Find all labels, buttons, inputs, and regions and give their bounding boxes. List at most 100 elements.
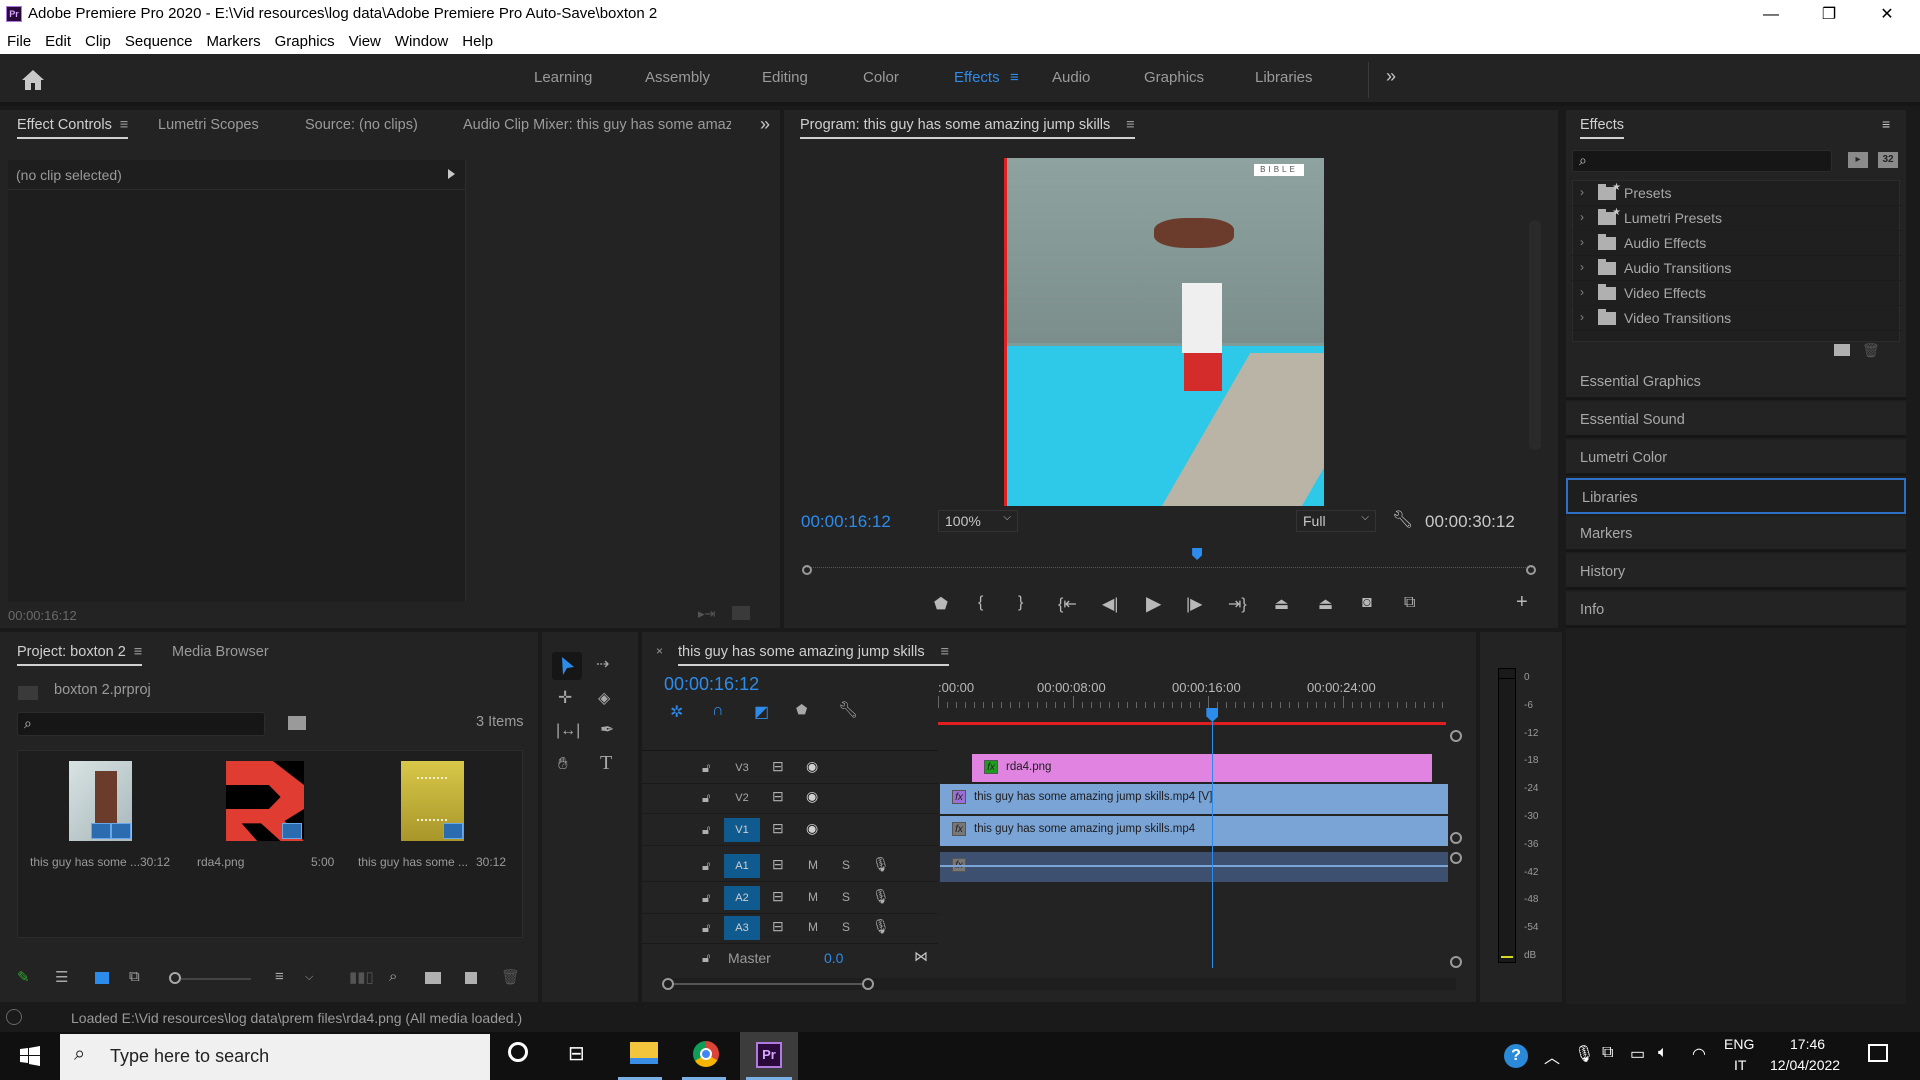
lock-track-icon[interactable]: 🔓︎	[702, 858, 710, 874]
scrubber-start-handle[interactable]	[802, 565, 812, 575]
expand-arrow-icon[interactable]	[448, 169, 455, 179]
clock-time[interactable]: 17:46	[1790, 1036, 1825, 1052]
program-current-timecode[interactable]: 00:00:16:12	[801, 512, 891, 532]
pen-icon[interactable]: ✒	[600, 720, 614, 740]
voiceover-mic-icon[interactable]: 🎙︎	[872, 918, 890, 935]
battery-icon[interactable]: ▭	[1630, 1044, 1645, 1064]
solo-button[interactable]: S	[842, 920, 850, 934]
linked-selection-icon[interactable]: ◩	[754, 702, 769, 722]
icon-view-icon[interactable]	[95, 972, 109, 984]
accelerated-effects-icon[interactable]: ▸	[1848, 152, 1868, 168]
menu-window[interactable]: Window	[388, 30, 455, 54]
video-scroll-handle-top[interactable]	[1450, 730, 1462, 742]
side-panel-lumetri-color[interactable]: Lumetri Color	[1566, 440, 1906, 476]
sync-lock-icon[interactable]: ⊟	[772, 758, 784, 775]
program-playhead[interactable]	[1192, 548, 1203, 560]
workspace-learning[interactable]: Learning	[534, 69, 592, 86]
menu-file[interactable]: File	[0, 30, 38, 54]
mute-button[interactable]: M	[808, 858, 818, 872]
maximize-button[interactable]: ❐	[1800, 0, 1858, 30]
program-scrubber[interactable]	[804, 560, 1532, 568]
cortana-icon[interactable]	[508, 1042, 528, 1062]
lock-track-icon[interactable]: 🔓︎	[702, 920, 710, 936]
step-forward-icon[interactable]: |▶	[1186, 594, 1202, 614]
video-scroll-handle-bottom[interactable]	[1450, 832, 1462, 844]
monitor-scrollbar[interactable]	[1529, 220, 1541, 450]
show-hidden-icons-chevron[interactable]: ︿	[1544, 1044, 1560, 1068]
lock-track-icon[interactable]: 🔓︎	[702, 760, 710, 776]
audio-scroll-handle-top[interactable]	[1450, 852, 1462, 864]
export-icon[interactable]	[732, 606, 750, 620]
hscroll-start-handle[interactable]	[662, 978, 674, 990]
chevron-down-icon[interactable]: ⌵	[305, 971, 313, 984]
effects-folder[interactable]: › Audio Transitions	[1572, 256, 1902, 281]
project-item[interactable]: rda4.png 5:00	[183, 751, 348, 881]
go-to-in-icon[interactable]: {⇤	[1058, 594, 1077, 614]
chrome-icon[interactable]	[693, 1041, 719, 1067]
timeline-clip-v2[interactable]: fx this guy has some amazing jump skills.…	[940, 784, 1448, 814]
track-target-a2[interactable]: A2	[724, 886, 760, 910]
effects-folder[interactable]: › Video Transitions	[1572, 306, 1902, 331]
mute-button[interactable]: M	[808, 890, 818, 904]
action-center-icon[interactable]	[1868, 1044, 1888, 1062]
microphone-tray-icon[interactable]: 🎙︎	[1574, 1044, 1594, 1064]
timeline-clip-v1[interactable]: fx this guy has some amazing jump skills.…	[940, 816, 1448, 846]
workspace-menu-icon[interactable]: ≡	[1010, 69, 1019, 86]
chevron-right-icon[interactable]: ›	[1580, 285, 1584, 299]
find-bin-icon[interactable]	[288, 716, 306, 730]
step-back-icon[interactable]: ◀|	[1102, 594, 1118, 614]
zoom-select[interactable]: 100% ⌵	[938, 510, 1018, 532]
project-search-input[interactable]: ⌕	[17, 712, 265, 736]
delete-trash-icon[interactable]: 🗑︎	[1862, 342, 1880, 359]
ripple-edit-icon[interactable]: ✛	[558, 688, 572, 708]
voiceover-mic-icon[interactable]: 🎙︎	[872, 856, 890, 873]
track-target-v1[interactable]: V1	[724, 818, 760, 842]
settings-wrench-icon[interactable]: 🔧︎	[1392, 510, 1414, 530]
timeline-playhead[interactable]	[1206, 708, 1219, 722]
side-panel-essential-graphics[interactable]: Essential Graphics	[1566, 364, 1906, 400]
comparison-view-icon[interactable]: ⧉	[1404, 594, 1415, 612]
tab-audio-clip-mixer[interactable]: Audio Clip Mixer: this guy has some amaz…	[463, 117, 731, 133]
hscroll-end-handle[interactable]	[862, 978, 874, 990]
automate-to-sequence-icon[interactable]: ▮▮▯	[349, 968, 374, 986]
tab-sequence[interactable]: this guy has some amazing jump skills ≡	[678, 644, 950, 666]
selection-tool[interactable]	[552, 652, 582, 680]
panel-menu-icon[interactable]: ≡	[120, 117, 128, 133]
help-tray-icon[interactable]: ?	[1504, 1044, 1528, 1068]
wifi-icon[interactable]: ◠	[1692, 1044, 1706, 1064]
nest-sequence-icon[interactable]: ✲	[670, 702, 683, 722]
zoom-slider-track[interactable]	[181, 978, 251, 980]
mute-button[interactable]: M	[808, 920, 818, 934]
write-on-pencil-icon[interactable]: ✎	[17, 968, 30, 986]
project-item[interactable]: this guy has some ... 30:12	[348, 751, 524, 881]
side-panel-history[interactable]: History	[1566, 554, 1906, 590]
effects-folder[interactable]: › ★ Presets	[1572, 181, 1902, 206]
windows-start-icon[interactable]	[20, 1046, 40, 1066]
timeline-clip-a1[interactable]: fx	[940, 852, 1448, 882]
sync-lock-icon[interactable]: ⊟	[772, 788, 784, 805]
close-sequence-icon[interactable]: ×	[656, 644, 663, 658]
timeline-settings-wrench-icon[interactable]: 🔧︎	[838, 700, 858, 720]
project-item[interactable]: this guy has some ... 30:12	[18, 751, 183, 881]
lift-icon[interactable]: ⏏	[1274, 594, 1289, 614]
tab-media-browser[interactable]: Media Browser	[172, 644, 269, 660]
side-panel-info[interactable]: Info	[1566, 592, 1906, 628]
mark-out-icon[interactable]: }	[1018, 594, 1023, 612]
taskbar-search-box[interactable]: ⌕ Type here to search	[60, 1034, 490, 1080]
timeline-timecode[interactable]: 00:00:16:12	[664, 674, 759, 695]
workspace-assembly[interactable]: Assembly	[645, 69, 710, 86]
display-tray-icon[interactable]: ⧉	[1602, 1044, 1613, 1062]
tab-lumetri-scopes[interactable]: Lumetri Scopes	[158, 117, 259, 133]
menu-help[interactable]: Help	[455, 30, 500, 54]
hand-icon[interactable]: ✋︎	[558, 754, 568, 774]
menu-sequence[interactable]: Sequence	[118, 30, 200, 54]
audio-volume-line[interactable]	[940, 865, 1448, 867]
voiceover-mic-icon[interactable]: 🎙︎	[872, 888, 890, 905]
list-view-icon[interactable]: ☰	[55, 968, 68, 986]
go-to-out-icon[interactable]: ⇥}	[1228, 594, 1247, 614]
chevron-right-icon[interactable]: ›	[1580, 260, 1584, 274]
sync-lock-icon[interactable]: ⊟	[772, 820, 784, 837]
volume-icon[interactable]: 🔈︎	[1658, 1044, 1668, 1062]
menu-view[interactable]: View	[342, 30, 388, 54]
new-item-icon[interactable]	[465, 972, 477, 984]
